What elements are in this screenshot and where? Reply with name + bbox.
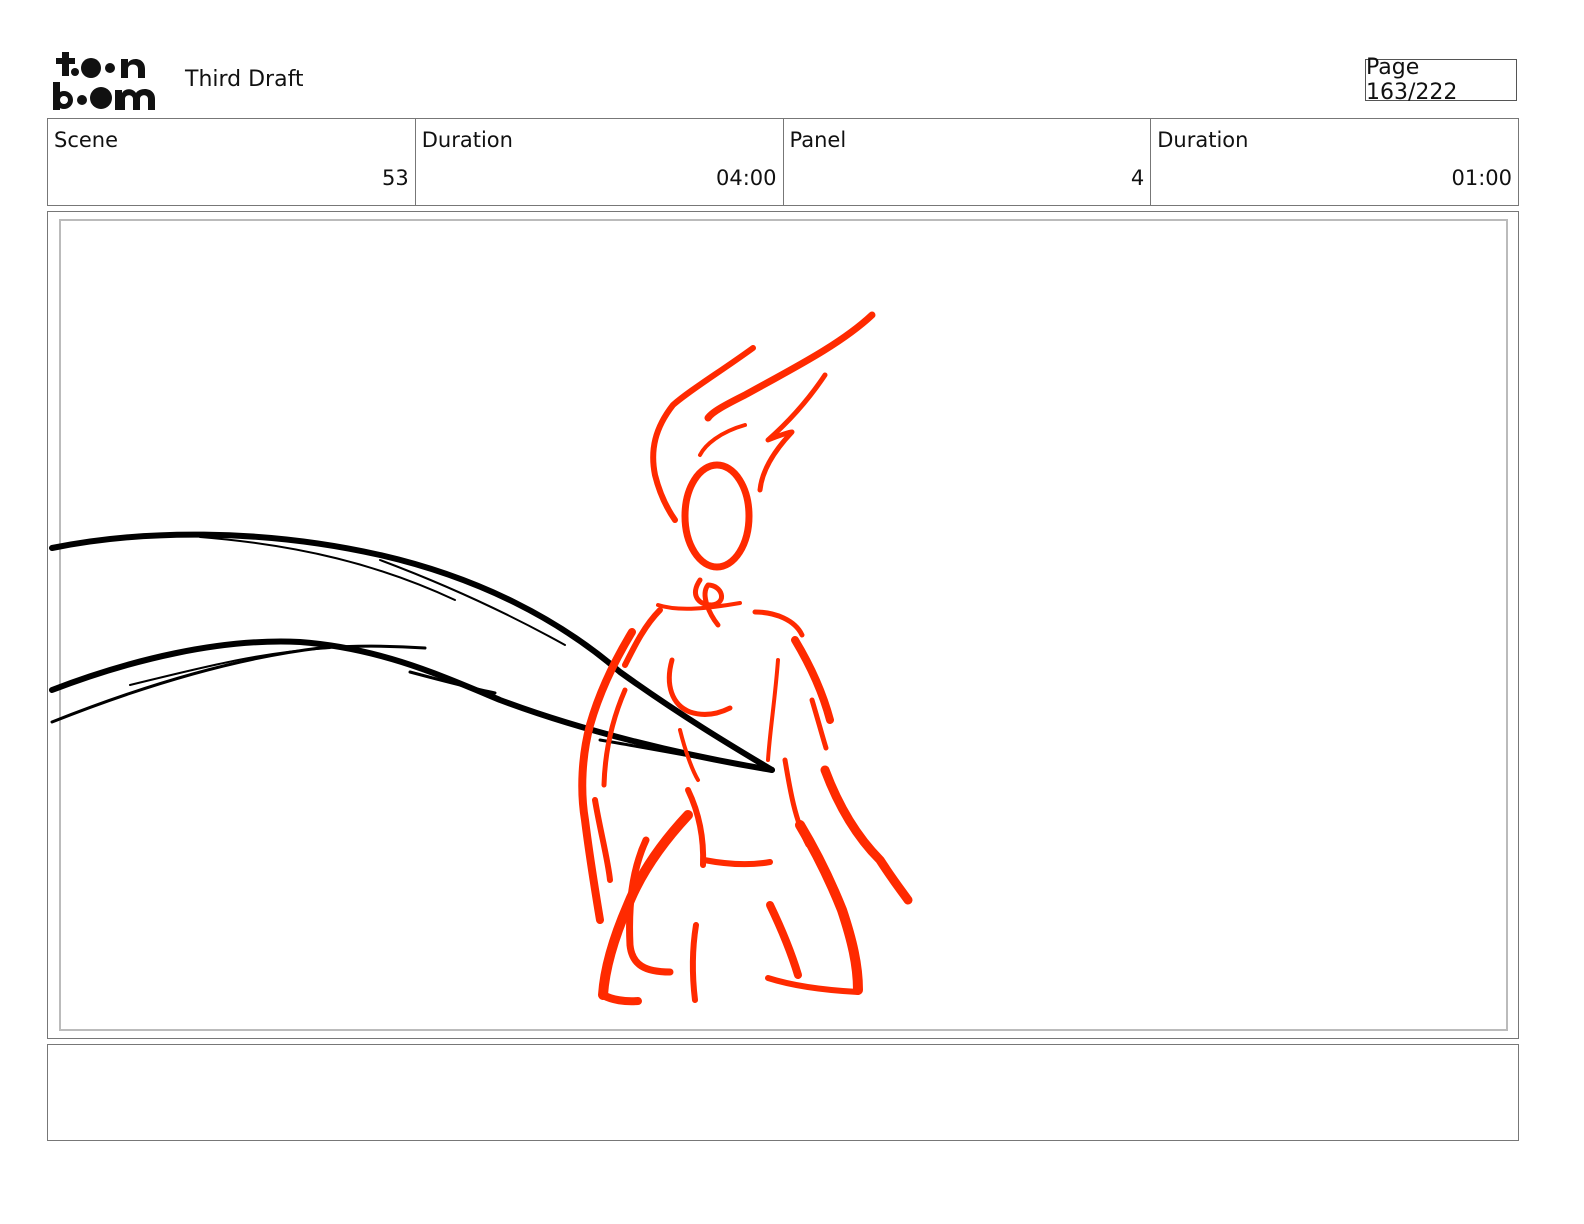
character-sketch (578, 311, 913, 1006)
panel-notes-box (47, 1044, 1519, 1141)
tentacle-sketch (49, 531, 775, 773)
storyboard-sketch (49, 311, 913, 1006)
